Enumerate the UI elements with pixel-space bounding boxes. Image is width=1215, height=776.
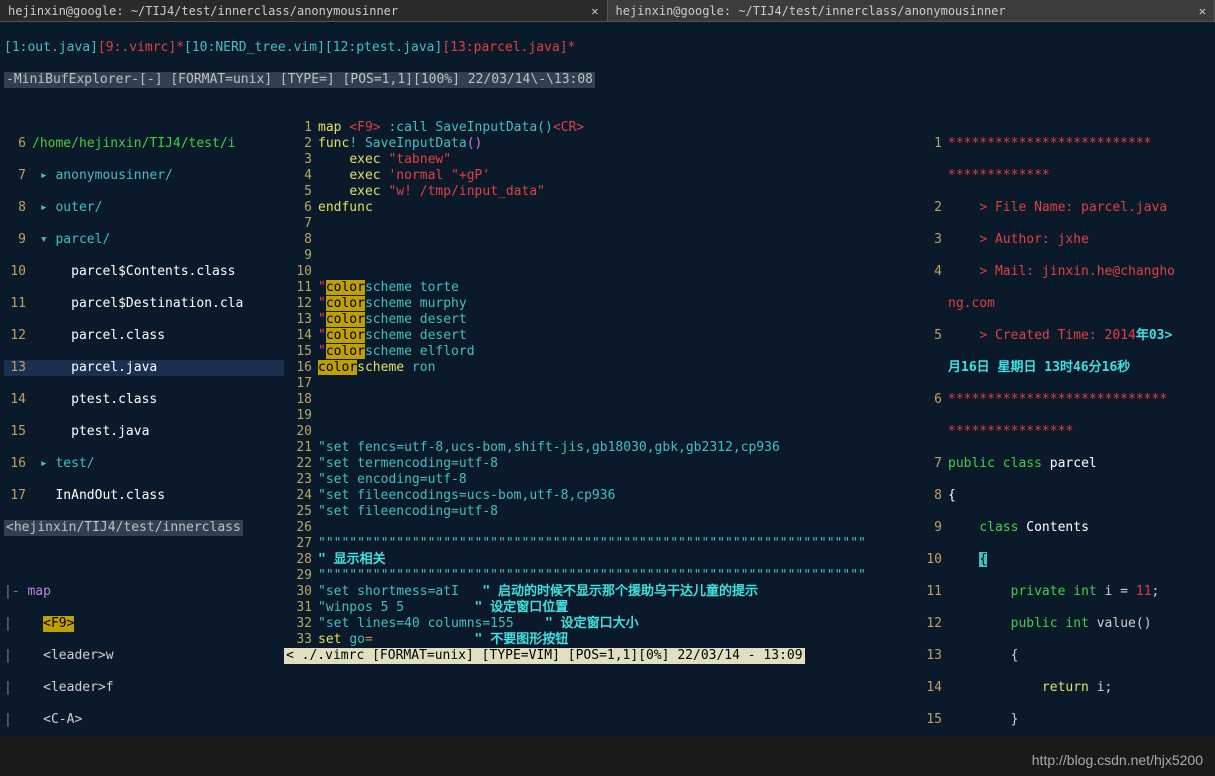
tag-item[interactable]: <leader>w (43, 648, 113, 663)
close-icon[interactable]: ✕ (591, 4, 598, 18)
taglist-header: map (27, 584, 50, 599)
close-icon[interactable]: ✕ (1199, 4, 1206, 18)
minibuf-line[interactable]: [1:out.java][9:.vimrc]*[10:NERD_tree.vim… (4, 40, 1211, 56)
window-tab-2[interactable]: hejinxin@google: ~/TIJ4/test/innerclass/… (608, 0, 1215, 21)
window-tab-1[interactable]: hejinxin@google: ~/TIJ4/test/innerclass/… (0, 0, 608, 21)
nerdtree-pane[interactable]: 6/home/hejinxin/TIJ4/test/i 7 ▸ anonymou… (4, 120, 284, 736)
tab-title-2: hejinxin@google: ~/TIJ4/test/innerclass/… (616, 4, 1006, 18)
minibuf-status: -MiniBufExplorer-[-] [FORMAT=unix] [TYPE… (4, 72, 595, 88)
terminal[interactable]: [1:out.java][9:.vimrc]*[10:NERD_tree.vim… (0, 22, 1215, 736)
tab-title-1: hejinxin@google: ~/TIJ4/test/innerclass/… (8, 4, 398, 18)
java-pane[interactable]: 1************************** ************… (914, 120, 1211, 736)
nerdtree-status: <hejinxin/TIJ4/test/innerclass (4, 520, 243, 536)
tag-item[interactable]: <F9> (43, 616, 74, 632)
vimrc-status: < ./.vimrc [FORMAT=unix] [TYPE=VIM] [POS… (284, 648, 805, 664)
vimrc-pane[interactable]: 1map <F9> :call SaveInputData()<CR>2func… (284, 120, 914, 736)
tag-item[interactable]: <C-A> (43, 712, 82, 727)
watermark: http://blog.csdn.net/hjx5200 (1032, 752, 1203, 768)
window-tabs: hejinxin@google: ~/TIJ4/test/innerclass/… (0, 0, 1215, 22)
tag-item[interactable]: <leader>f (43, 680, 113, 695)
